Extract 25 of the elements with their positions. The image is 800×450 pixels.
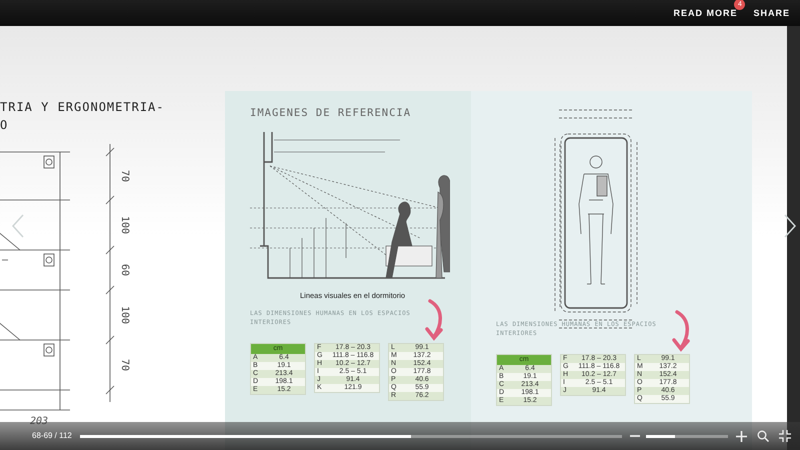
dimension-label: 100 [119,306,130,324]
curved-arrow-icon [424,299,446,341]
dimension-label: 70 [119,358,130,372]
page-progress-track[interactable] [80,434,622,438]
minus-icon [630,435,640,437]
dimension-label: 70 [119,170,130,182]
zoom-search-button[interactable] [756,429,770,443]
plus-icon [736,430,747,442]
zoom-slider-track[interactable] [646,434,728,438]
section-heading: IMAGENES DE REFERENCIA [250,106,412,121]
share-button[interactable]: SHARE [753,7,790,21]
page-title: TRIA Y ERGONOMETRIA- [0,99,166,116]
page-counter: 68-69 / 112 [32,430,73,442]
next-page-button[interactable] [782,212,798,240]
chevron-left-icon [12,214,24,238]
page-title: O [0,117,10,134]
magnifier-icon [757,430,770,442]
dimension-label: 100 [119,216,130,234]
curved-arrow-icon [671,310,693,352]
fullscreen-exit-icon [779,430,792,442]
dimension-label: 60 [119,264,130,276]
zoom-in-button[interactable] [734,429,748,443]
dimension-label: 203 [30,415,50,429]
chevron-right-icon [784,214,796,238]
fullscreen-button[interactable] [778,429,792,443]
